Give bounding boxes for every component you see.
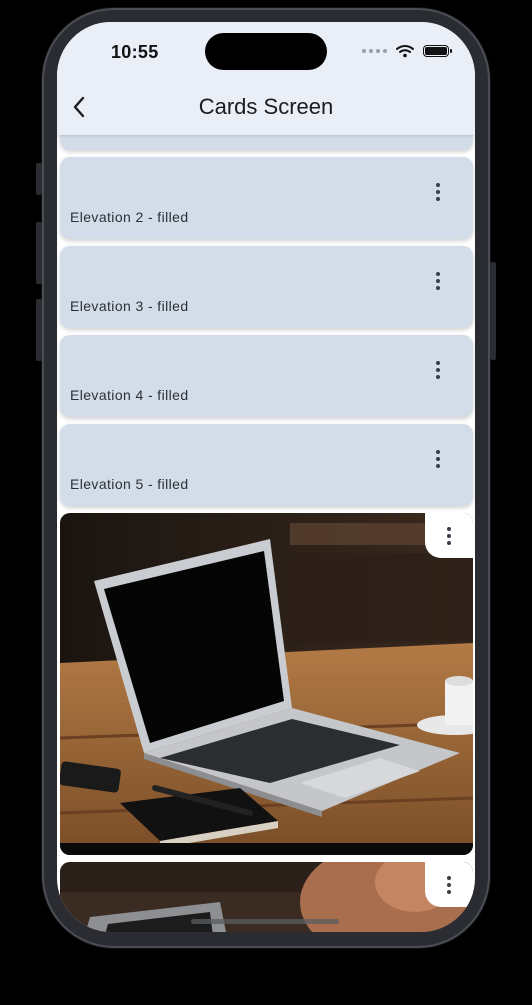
more-vert-icon[interactable] [423,177,453,207]
more-vert-icon[interactable] [423,266,453,296]
battery-icon [423,45,452,57]
card-elevation-5[interactable]: Elevation 5 - filled [60,424,473,506]
more-vert-icon[interactable] [425,862,473,907]
more-vert-icon[interactable] [425,513,473,558]
volume-up-button [36,222,42,284]
signal-icon [362,49,387,53]
card-elevation-2[interactable]: Elevation 2 - filled [60,157,473,239]
dynamic-island [205,33,327,70]
screen: Elevation 2 - filled Elevation 3 - fille… [57,22,475,932]
mute-switch [36,163,42,195]
card-label: Elevation 4 - filled [70,387,189,403]
status-icons [362,44,452,58]
status-time: 10:55 [111,42,159,62]
card-label: Elevation 5 - filled [70,476,189,492]
wifi-icon [396,45,414,58]
card-elevation-3[interactable]: Elevation 3 - filled [60,246,473,328]
home-indicator[interactable] [191,919,339,924]
card-elevation-4[interactable]: Elevation 4 - filled [60,335,473,417]
image-card[interactable] [60,513,473,855]
power-button [490,262,496,360]
more-vert-icon[interactable] [423,355,453,385]
page-title: Cards Screen [198,94,334,119]
laptop-photo [60,513,473,855]
app-bar: 10:55 Cards Screen [57,22,475,135]
card-label: Elevation 2 - filled [70,209,189,225]
more-vert-icon[interactable] [423,444,453,474]
volume-down-button [36,299,42,361]
card-label: Elevation 3 - filled [70,298,189,314]
